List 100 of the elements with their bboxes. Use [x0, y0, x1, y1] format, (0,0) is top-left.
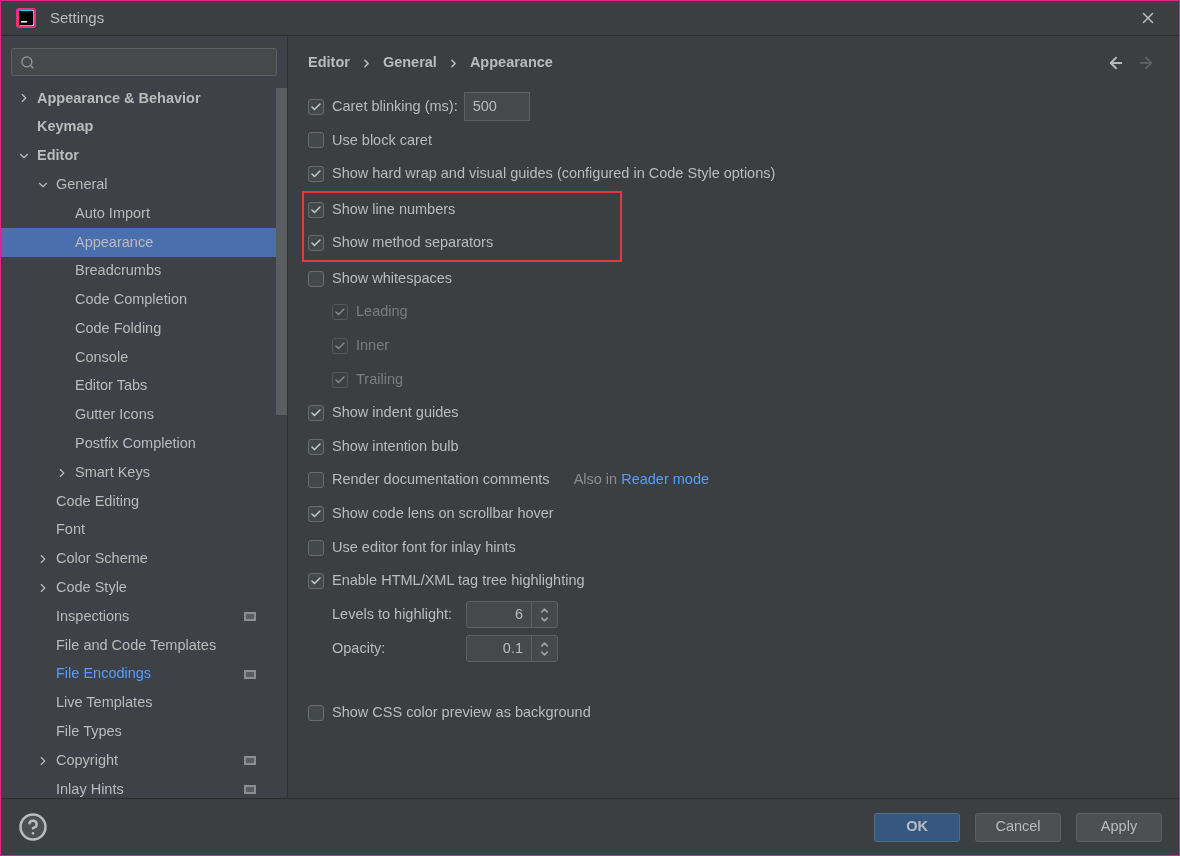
tree-item-label: Auto Import [75, 203, 150, 223]
tree-item[interactable]: Code Completion [1, 285, 276, 315]
tree-item[interactable]: Postfix Completion [1, 429, 276, 459]
tree-item[interactable]: Live Templates [1, 688, 276, 718]
tree-item-label: Keymap [37, 117, 94, 137]
tree-item-label: File and Code Templates [56, 635, 217, 655]
option-label: Enable HTML/XML tag tree highlighting [332, 571, 585, 591]
tree-item[interactable]: Inlay Hints [1, 775, 276, 798]
tree-item-label: Smart Keys [75, 462, 150, 482]
tree-item-label: Code Completion [75, 290, 188, 310]
option-label: Show hard wrap and visual guides (configured in Code Style options) [332, 164, 776, 184]
tree-item[interactable]: Auto Import [1, 199, 276, 228]
tree-item[interactable]: Font [1, 515, 276, 545]
checkbox[interactable] [308, 98, 324, 115]
tree-item[interactable]: Color Scheme [1, 544, 276, 574]
check-icon [310, 507, 322, 520]
tree-item[interactable]: Console [1, 343, 276, 372]
tree-item[interactable]: File Encodings [1, 659, 276, 689]
checkbox[interactable] [308, 505, 324, 522]
tree-item-label: Color Scheme [56, 549, 148, 569]
checkbox[interactable] [308, 270, 324, 287]
tree-item-label: File Encodings [56, 664, 152, 684]
ok-button[interactable]: OK [874, 812, 960, 842]
tree-item[interactable]: Appearance & Behavior [1, 84, 276, 113]
tree-item[interactable]: File and Code Templates [1, 631, 276, 660]
tree-item-label: Code Editing [56, 491, 140, 511]
tree-item-label: Gutter Icons [75, 405, 154, 425]
tree-item[interactable]: Copyright [1, 746, 276, 776]
breadcrumb[interactable]: General [382, 52, 437, 74]
dialog-button[interactable]: Cancel [975, 812, 1061, 842]
check-icon [310, 168, 322, 180]
option-label: Show line numbers [332, 199, 456, 219]
tree-item-label: Editor [37, 146, 79, 166]
dialog-button[interactable]: Apply [1076, 812, 1162, 842]
reader-mode-link[interactable]: Reader mode [621, 469, 709, 492]
tree-item-label: Postfix Completion [75, 434, 196, 454]
search-field[interactable] [11, 48, 277, 76]
option-label: Trailing [356, 369, 403, 389]
scrollbar-thumb[interactable] [276, 88, 287, 415]
option-label: Caret blinking (ms): [332, 96, 458, 116]
option-label: Show CSS color preview as background [332, 702, 591, 722]
tree-item-label: Font [56, 520, 85, 540]
breadcrumb[interactable]: Editor [308, 52, 350, 74]
tree-item[interactable]: Editor [1, 141, 276, 171]
tree-item-label: Appearance [75, 232, 154, 252]
checkbox[interactable] [308, 405, 324, 422]
help-icon[interactable] [18, 812, 48, 842]
tree-item-label: Inspections [56, 606, 130, 626]
checkbox[interactable] [308, 438, 324, 455]
option-label: Show intention bulb [332, 436, 459, 456]
window-title: Settings [50, 7, 105, 28]
tree-item[interactable]: Keymap [1, 112, 276, 142]
checkbox[interactable] [308, 201, 324, 218]
check-icon [310, 203, 322, 216]
checkbox[interactable] [308, 235, 324, 252]
tree-item-label: Appearance & Behavior [37, 88, 201, 108]
number-spinner[interactable]: 6 [466, 601, 558, 629]
tree-item[interactable]: General [1, 170, 276, 200]
checkbox[interactable] [308, 539, 324, 556]
option-label: Render documentation comments [332, 470, 550, 490]
tree-item[interactable]: Gutter Icons [1, 400, 276, 430]
option-label: Leading [356, 302, 408, 322]
tree-item-label: File Types [56, 722, 122, 742]
checkbox[interactable] [308, 166, 324, 182]
tree-item-label: Inlay Hints [56, 779, 124, 798]
tree-item-label: Console [75, 347, 129, 367]
spinner-label: Levels to highlight: [332, 605, 454, 625]
tree-item[interactable]: Code Style [1, 573, 276, 603]
breadcrumb[interactable]: Appearance [469, 52, 553, 74]
search-icon [20, 54, 35, 70]
check-icon [334, 339, 346, 352]
checkbox[interactable] [308, 573, 324, 590]
option-note: Also in [573, 470, 618, 490]
option-label: Show whitespaces [332, 268, 453, 288]
app-logo-icon [16, 8, 36, 28]
tree-item-label: Breadcrumbs [75, 261, 162, 281]
tree-item[interactable]: Breadcrumbs [1, 256, 276, 286]
checkbox[interactable] [308, 704, 324, 721]
check-icon [310, 440, 322, 453]
checkbox[interactable] [308, 132, 324, 149]
tree-item[interactable]: Inspections [1, 602, 276, 632]
option-label: Show indent guides [332, 403, 459, 423]
tree-item-label: Live Templates [56, 693, 153, 713]
tree-item-label: Editor Tabs [75, 376, 148, 396]
tree-item[interactable]: Editor Tabs [1, 371, 276, 401]
tree-item-label: Code Folding [75, 318, 162, 338]
option-label: Inner [356, 336, 390, 356]
text-field[interactable]: 500 [463, 92, 530, 122]
tree-item-label: Copyright [56, 750, 119, 770]
number-spinner[interactable]: 0.1 [466, 635, 558, 663]
checkbox[interactable] [308, 472, 324, 489]
tree-item[interactable]: Code Folding [1, 314, 276, 344]
tree-item-label: Code Style [56, 578, 127, 598]
option-label: Use editor font for inlay hints [332, 537, 516, 557]
tree-item[interactable]: File Types [1, 717, 276, 747]
tree-item[interactable]: Code Editing [1, 487, 276, 516]
tree-item-label: General [56, 174, 108, 194]
check-icon [334, 373, 346, 386]
tree-item[interactable]: Smart Keys [1, 458, 276, 488]
check-icon [310, 100, 322, 113]
